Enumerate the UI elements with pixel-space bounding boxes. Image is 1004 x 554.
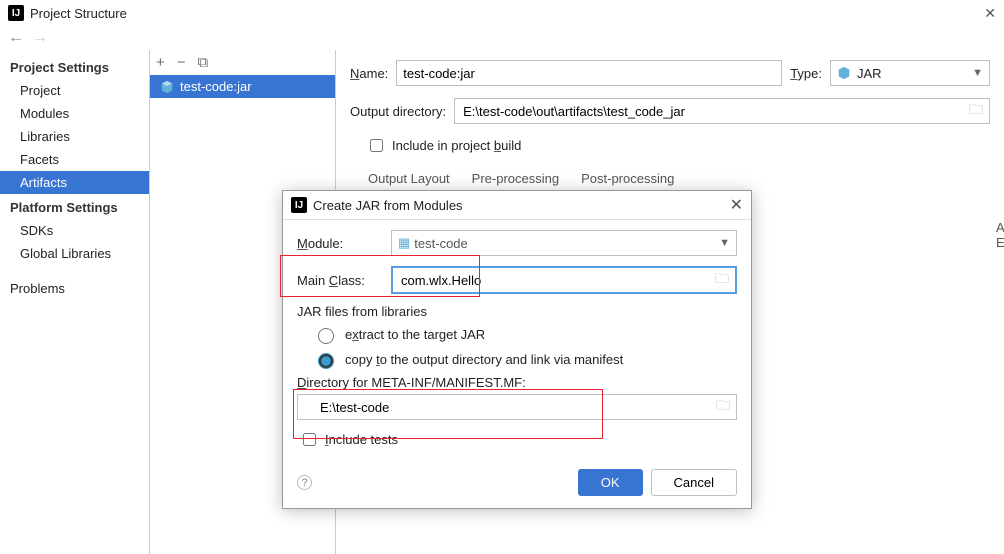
module-label: Module: bbox=[297, 236, 383, 251]
output-dir-input[interactable] bbox=[461, 103, 969, 120]
radio-extract-label: extract to the target JAR bbox=[345, 327, 485, 342]
window-title: Project Structure bbox=[30, 6, 127, 21]
settings-sidebar: Project Settings Project Modules Librari… bbox=[0, 50, 150, 554]
add-icon[interactable]: + bbox=[156, 54, 165, 71]
sidebar-section-project: Project Settings bbox=[0, 54, 149, 79]
sidebar-item-sdks[interactable]: SDKs bbox=[0, 219, 149, 242]
dialog-title: Create JAR from Modules bbox=[313, 198, 463, 213]
main-class-input[interactable] bbox=[399, 272, 715, 289]
sidebar-item-artifacts[interactable]: Artifacts bbox=[0, 171, 149, 194]
folder-icon[interactable]: 🗀 bbox=[716, 395, 730, 419]
dialog-close-icon[interactable]: ✕ bbox=[730, 195, 743, 215]
include-build-checkbox[interactable] bbox=[370, 139, 383, 152]
module-dropdown[interactable]: ▦ test-code ▼ bbox=[391, 230, 737, 256]
artifacts-toolbar: + − ⧉ bbox=[150, 50, 335, 75]
module-value: test-code bbox=[414, 236, 719, 251]
back-icon[interactable]: ← bbox=[8, 29, 24, 47]
dialog-help-icon[interactable]: ? bbox=[297, 475, 312, 490]
main-class-field[interactable]: 🗀 bbox=[391, 266, 737, 294]
type-combo[interactable]: JAR ▼ bbox=[830, 60, 990, 86]
app-icon: IJ bbox=[8, 5, 24, 21]
tab-output-layout[interactable]: Output Layout bbox=[366, 167, 452, 190]
cancel-button[interactable]: Cancel bbox=[651, 469, 737, 496]
radio-copy-label: copy to the output directory and link vi… bbox=[345, 352, 623, 367]
type-label: Type: bbox=[790, 66, 822, 81]
browse-icon[interactable]: 🗀 bbox=[715, 268, 729, 292]
radio-copy[interactable] bbox=[318, 353, 334, 369]
artifacts-list: test-code:jar bbox=[150, 75, 335, 98]
artifact-item-label: test-code:jar bbox=[180, 79, 252, 94]
tab-pre-processing[interactable]: Pre-processing bbox=[470, 167, 561, 190]
folder-icon[interactable]: 🗀 bbox=[969, 99, 983, 123]
app-icon: IJ bbox=[291, 197, 307, 213]
create-jar-dialog: IJ Create JAR from Modules ✕ Module: ▦ t… bbox=[282, 190, 752, 509]
artifact-item[interactable]: test-code:jar bbox=[150, 75, 335, 98]
output-dir-field[interactable]: 🗀 bbox=[454, 98, 990, 124]
include-build-label: Include in project build bbox=[392, 138, 521, 153]
sidebar-item-libraries[interactable]: Libraries bbox=[0, 125, 149, 148]
nav-toolbar: ← → bbox=[0, 26, 1004, 50]
remove-icon[interactable]: − bbox=[177, 54, 186, 71]
sidebar-item-facets[interactable]: Facets bbox=[0, 148, 149, 171]
available-elements-label: Available Elements bbox=[996, 220, 1004, 250]
ok-button[interactable]: OK bbox=[578, 469, 643, 496]
sidebar-section-platform: Platform Settings bbox=[0, 194, 149, 219]
window-close-icon[interactable]: ✕ bbox=[984, 5, 996, 22]
jar-icon bbox=[837, 66, 851, 80]
manifest-dir-label: Directory for META-INF/MANIFEST.MF: bbox=[297, 375, 737, 390]
tabs: Output Layout Pre-processing Post-proces… bbox=[366, 167, 990, 190]
caret-down-icon: ▼ bbox=[719, 237, 730, 249]
libs-header: JAR files from libraries bbox=[297, 304, 737, 319]
name-label: Name: bbox=[350, 66, 388, 81]
jar-icon bbox=[160, 80, 174, 94]
tab-post-processing[interactable]: Post-processing bbox=[579, 167, 676, 190]
type-value: JAR bbox=[857, 66, 972, 81]
module-icon: ▦ bbox=[398, 235, 410, 251]
forward-icon[interactable]: → bbox=[32, 29, 48, 47]
include-tests-checkbox[interactable] bbox=[303, 433, 316, 446]
sidebar-item-problems[interactable]: Problems bbox=[0, 277, 149, 300]
sidebar-item-global-libs[interactable]: Global Libraries bbox=[0, 242, 149, 265]
output-dir-label: Output directory: bbox=[350, 104, 446, 119]
sidebar-item-project[interactable]: Project bbox=[0, 79, 149, 102]
radio-extract[interactable] bbox=[318, 328, 334, 344]
caret-down-icon: ▼ bbox=[972, 67, 983, 79]
copy-icon[interactable]: ⧉ bbox=[198, 54, 209, 71]
sidebar-item-modules[interactable]: Modules bbox=[0, 102, 149, 125]
main-class-label: Main Class: bbox=[297, 273, 383, 288]
manifest-dir-input[interactable] bbox=[304, 399, 716, 416]
include-tests-label: Include tests bbox=[325, 432, 398, 447]
available-elements-header: Available Elements ? bbox=[996, 220, 1004, 250]
window-titlebar: IJ Project Structure ✕ bbox=[0, 0, 1004, 26]
name-input[interactable] bbox=[396, 60, 782, 86]
manifest-dir-field[interactable]: 🗀 bbox=[297, 394, 737, 420]
